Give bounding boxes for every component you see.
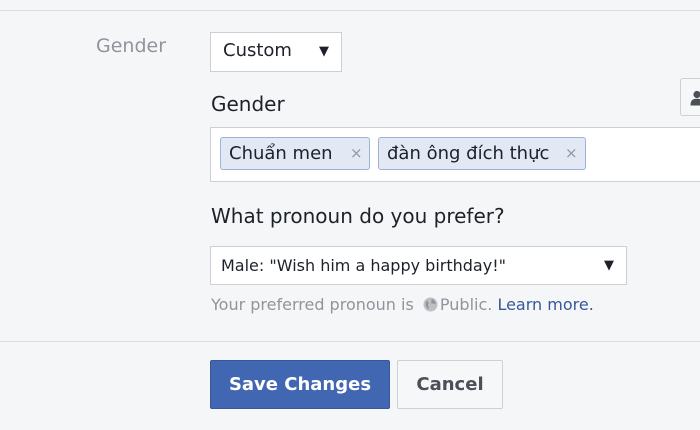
learn-more-link[interactable]: Learn more. xyxy=(497,295,593,314)
remove-x-icon[interactable]: × xyxy=(565,144,578,162)
pronoun-help-text: Your preferred pronoun is Public. Learn … xyxy=(211,295,594,314)
custom-gender-token-input[interactable]: Chuẩn men × đàn ông đích thực × xyxy=(210,127,700,182)
remove-x-icon[interactable]: × xyxy=(350,144,363,162)
footer-divider xyxy=(0,341,700,342)
top-divider xyxy=(0,0,700,11)
dropdown-caret-icon: ▼ xyxy=(319,44,329,59)
pronoun-select[interactable]: Male: "Wish him a happy birthday!" ▼ xyxy=(210,246,627,285)
gender-token-label: đàn ông đích thực xyxy=(387,143,550,164)
gender-row-label: Gender xyxy=(96,35,167,57)
gender-token: đàn ông đích thực × xyxy=(378,137,586,170)
pronoun-heading: What pronoun do you prefer? xyxy=(211,204,505,228)
person-icon xyxy=(690,90,700,106)
pronoun-help-prefix: Your preferred pronoun is xyxy=(211,295,414,314)
gender-token-label: Chuẩn men xyxy=(229,143,333,164)
gender-token: Chuẩn men × xyxy=(220,137,370,170)
custom-gender-heading: Gender xyxy=(211,92,285,116)
gender-select[interactable]: Custom ▼ xyxy=(210,32,342,72)
gender-select-value: Custom xyxy=(223,40,292,61)
pronoun-help-audience: Public. xyxy=(439,295,493,314)
audience-selector-button[interactable] xyxy=(680,78,700,116)
pronoun-select-value: Male: "Wish him a happy birthday!" xyxy=(221,256,506,275)
dropdown-caret-icon: ▼ xyxy=(604,258,614,273)
cancel-button[interactable]: Cancel xyxy=(397,360,503,409)
save-changes-button[interactable]: Save Changes xyxy=(210,360,390,409)
globe-icon xyxy=(423,297,438,312)
